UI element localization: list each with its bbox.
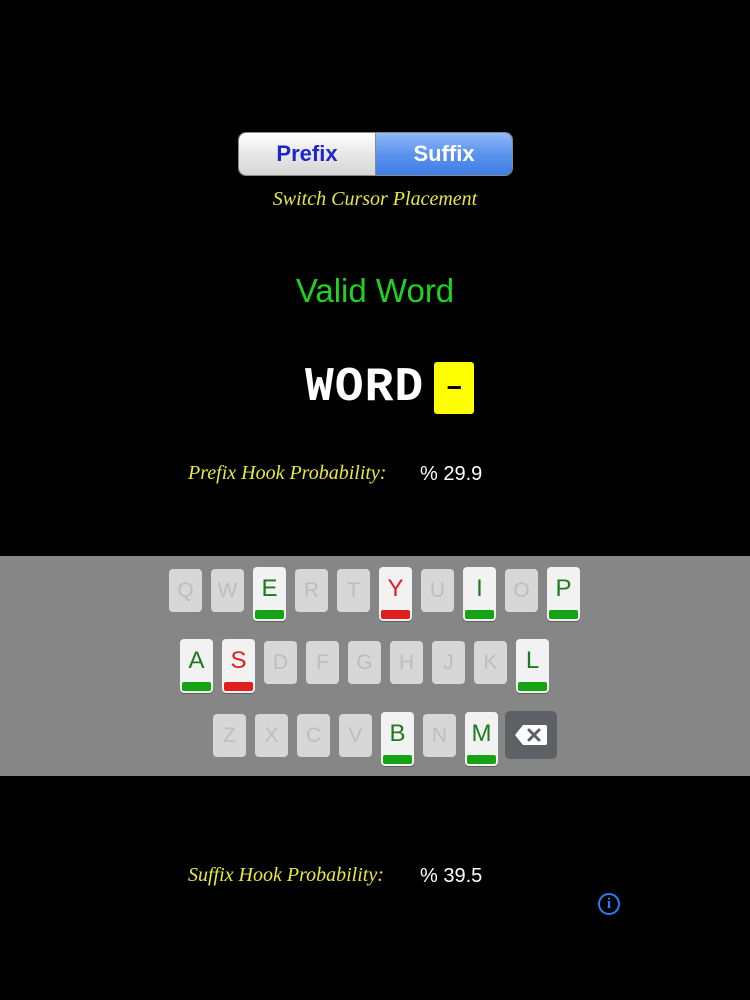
key-label: I bbox=[476, 575, 483, 602]
prefix-hook-label: Prefix Hook Probability: bbox=[188, 462, 387, 484]
key-w[interactable]: W bbox=[211, 569, 244, 612]
key-r[interactable]: R bbox=[295, 569, 328, 612]
red-indicator-bar bbox=[224, 682, 253, 691]
key-y[interactable]: Y bbox=[379, 567, 412, 621]
key-s[interactable]: S bbox=[222, 639, 255, 693]
key-o[interactable]: O bbox=[505, 569, 538, 612]
key-k[interactable]: K bbox=[474, 641, 507, 684]
key-h[interactable]: H bbox=[390, 641, 423, 684]
letter-keyboard: QWERTYUIOP ASDFGHJKL ZXCVBNM bbox=[0, 556, 750, 776]
green-indicator-bar bbox=[182, 682, 211, 691]
suffix-segment-button[interactable]: Suffix bbox=[376, 133, 512, 175]
key-c[interactable]: C bbox=[297, 714, 330, 757]
key-v[interactable]: V bbox=[339, 714, 372, 757]
key-p[interactable]: P bbox=[547, 567, 580, 621]
key-label: B bbox=[389, 720, 406, 747]
green-indicator-bar bbox=[255, 610, 284, 619]
current-word: WORD bbox=[305, 361, 425, 415]
prefix-hook-value: % 29.9 bbox=[420, 463, 483, 485]
green-indicator-bar bbox=[518, 682, 547, 691]
green-indicator-bar bbox=[383, 755, 412, 764]
key-label: P bbox=[555, 575, 572, 602]
key-j[interactable]: J bbox=[432, 641, 465, 684]
red-indicator-bar bbox=[381, 610, 410, 619]
key-label: S bbox=[230, 647, 247, 674]
green-indicator-bar bbox=[467, 755, 496, 764]
green-indicator-bar bbox=[465, 610, 494, 619]
switch-cursor-caption: Switch Cursor Placement bbox=[272, 188, 478, 210]
green-indicator-bar bbox=[549, 610, 578, 619]
key-m[interactable]: M bbox=[465, 712, 498, 766]
info-icon[interactable]: i bbox=[598, 893, 620, 915]
suffix-hook-value: % 39.5 bbox=[420, 865, 483, 887]
prefix-segment-button[interactable]: Prefix bbox=[239, 133, 376, 175]
key-label: A bbox=[188, 647, 205, 674]
key-n[interactable]: N bbox=[423, 714, 456, 757]
word-display: WORD – bbox=[305, 360, 475, 416]
key-g[interactable]: G bbox=[348, 641, 381, 684]
key-label: M bbox=[471, 720, 492, 747]
key-b[interactable]: B bbox=[381, 712, 414, 766]
key-t[interactable]: T bbox=[337, 569, 370, 612]
key-label: E bbox=[261, 575, 278, 602]
backspace-icon bbox=[515, 725, 547, 745]
key-z[interactable]: Z bbox=[213, 714, 246, 757]
key-d[interactable]: D bbox=[264, 641, 297, 684]
key-label: L bbox=[525, 647, 540, 674]
key-x[interactable]: X bbox=[255, 714, 288, 757]
key-i[interactable]: I bbox=[463, 567, 496, 621]
key-f[interactable]: F bbox=[306, 641, 339, 684]
cursor-placement-segmented-control: Prefix Suffix bbox=[239, 133, 512, 175]
key-e[interactable]: E bbox=[253, 567, 286, 621]
word-status-label: Valid Word bbox=[295, 272, 455, 309]
key-a[interactable]: A bbox=[180, 639, 213, 693]
suffix-hook-label: Suffix Hook Probability: bbox=[188, 864, 384, 886]
suffix-cursor[interactable]: – bbox=[434, 362, 475, 414]
key-u[interactable]: U bbox=[421, 569, 454, 612]
key-label: Y bbox=[387, 575, 404, 602]
key-q[interactable]: Q bbox=[169, 569, 202, 612]
backspace-key[interactable] bbox=[505, 711, 557, 759]
key-l[interactable]: L bbox=[516, 639, 549, 693]
